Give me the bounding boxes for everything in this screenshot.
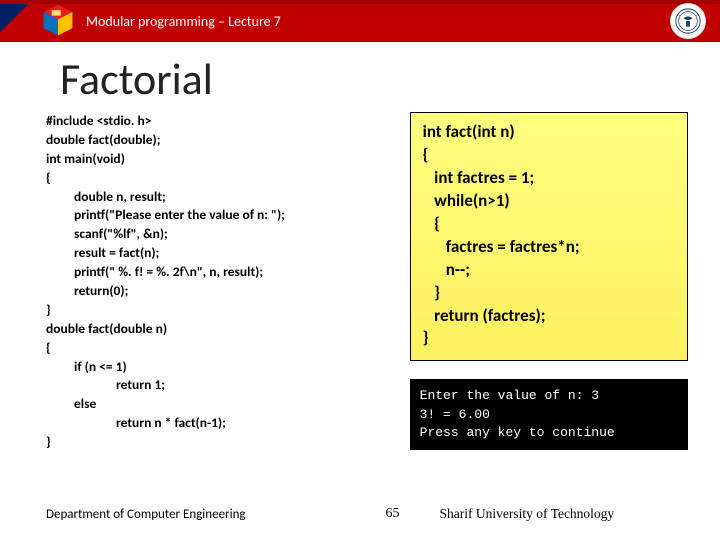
code-line: return 1; — [46, 376, 402, 395]
university-seal-icon — [670, 3, 706, 39]
footer-university: Sharif University of Technology — [440, 506, 615, 522]
code-line: int main(void) — [46, 150, 402, 169]
header-top-accent — [0, 0, 720, 4]
code-line: { — [46, 169, 402, 188]
code-line: printf("Please enter the value of n: "); — [46, 206, 402, 225]
code-line: } — [46, 433, 402, 452]
code-line: if (n <= 1) — [46, 358, 402, 377]
slide-number: 65 — [386, 506, 400, 522]
code-line: double n, result; — [46, 188, 402, 207]
code-line: double fact(double n) — [46, 320, 402, 339]
code-line: scanf("%lf", &n); — [46, 225, 402, 244]
content-area: #include <stdio. h> double fact(double);… — [0, 112, 720, 452]
right-column: int fact(int n) { int factres = 1; while… — [402, 112, 688, 452]
code-line: #include <stdio. h> — [46, 112, 402, 131]
code-line: } — [46, 301, 402, 320]
cube-icon — [38, 3, 78, 39]
code-line: printf(" %. f! = %. 2f\n", n, result); — [46, 263, 402, 282]
code-line: else — [46, 395, 402, 414]
footer-department: Department of Computer Engineering — [46, 507, 246, 522]
code-line: return(0); — [46, 282, 402, 301]
left-code-block: #include <stdio. h> double fact(double);… — [46, 112, 402, 452]
console-output: Enter the value of n: 3 3! = 6.00 Press … — [410, 379, 688, 450]
slide-header: Modular programming – Lecture 7 — [0, 0, 720, 42]
highlighted-code-box: int fact(int n) { int factres = 1; while… — [410, 112, 688, 361]
lecture-title: Modular programming – Lecture 7 — [86, 13, 281, 30]
code-line: return n * fact(n-1); — [46, 414, 402, 433]
slide-footer: Department of Computer Engineering 65 Sh… — [0, 506, 720, 522]
code-line: double fact(double); — [46, 131, 402, 150]
page-title: Factorial — [60, 52, 720, 106]
code-line: { — [46, 339, 402, 358]
code-line: result = fact(n); — [46, 244, 402, 263]
